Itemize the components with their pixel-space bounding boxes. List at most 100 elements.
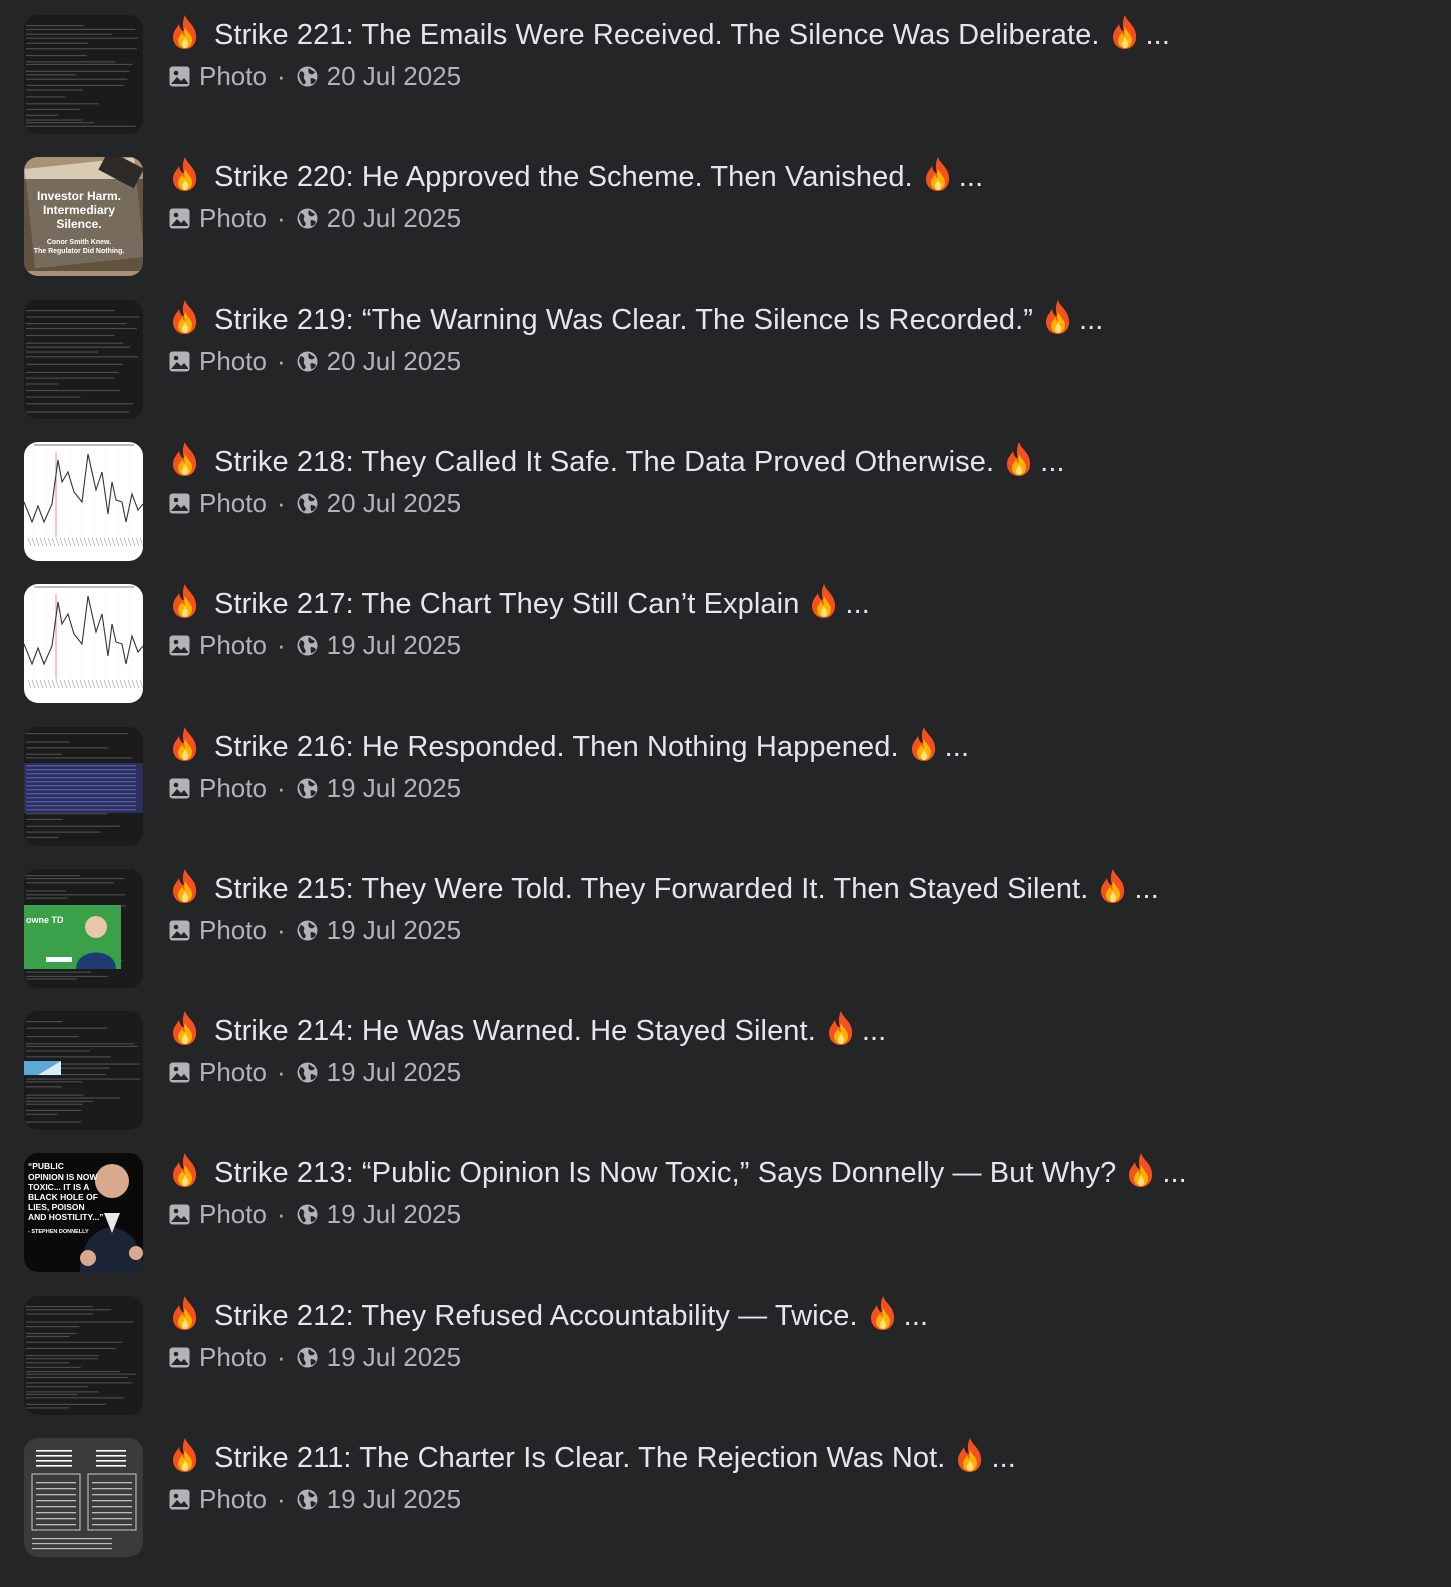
post-title-text: Strike 211: The Charter Is Clear. The Re…: [214, 1442, 946, 1474]
fire-icon: [168, 155, 202, 193]
post-date[interactable]: 19 Jul 2025: [327, 1342, 461, 1372]
fire-icon: [168, 1151, 202, 1189]
post-thumbnail[interactable]: [24, 1438, 143, 1557]
post-row[interactable]: Strike 212: They Refused Accountability …: [0, 1282, 1451, 1415]
fire-icon: [907, 725, 941, 763]
post-title[interactable]: Strike 215: They Were Told. They Forward…: [168, 867, 1159, 909]
thumbnail-text: The Regulator Did Nothing.: [34, 248, 125, 255]
post-thumbnail[interactable]: [24, 441, 143, 561]
post-thumbnail[interactable]: [24, 15, 143, 134]
post-meta: Photo · 19 Jul 2025: [168, 771, 461, 805]
thumbnail-text: AND HOSTILITY...”: [28, 1212, 104, 1222]
post-date[interactable]: 20 Jul 2025: [327, 203, 461, 233]
post-title[interactable]: Strike 216: He Responded. Then Nothing H…: [168, 725, 969, 767]
post-title-text: Strike 217: The Chart They Still Can’t E…: [214, 588, 800, 621]
post-row[interactable]: “PUBLIC OPINION IS NOW TOXIC... IT IS A BLA…: [0, 1139, 1451, 1273]
title-ellipsis: ...: [1040, 445, 1065, 478]
fire-icon: [168, 298, 202, 336]
post-date[interactable]: 19 Jul 2025: [327, 773, 461, 803]
post-date[interactable]: 20 Jul 2025: [327, 346, 461, 376]
post-date[interactable]: 19 Jul 2025: [327, 1199, 461, 1229]
title-ellipsis: ...: [1078, 303, 1104, 336]
post-row[interactable]: Investor Harm. Intermediary Silence. Conor …: [0, 143, 1451, 277]
post-meta: Photo · 19 Jul 2025: [168, 628, 461, 662]
post-title[interactable]: Strike 214: He Was Warned. He Stayed Sil…: [168, 1009, 886, 1051]
title-ellipsis: ...: [903, 1299, 929, 1332]
post-thumbnail[interactable]: Investor Harm. Intermediary Silence. Conor …: [24, 157, 143, 277]
globe-icon: [296, 65, 319, 88]
globe-icon: [296, 634, 319, 657]
fire-icon: [168, 867, 202, 905]
title-ellipsis: ...: [1134, 872, 1159, 905]
separator-dot: ·: [276, 772, 286, 803]
thumbnail-text: OPINION IS NOW: [28, 1172, 98, 1182]
fire-icon: [953, 1436, 987, 1474]
fire-icon: [1041, 298, 1075, 336]
globe-icon: [296, 492, 319, 515]
post-thumbnail[interactable]: [24, 1011, 143, 1131]
post-row[interactable]: owne TD Strike 215: They Were Told. They…: [0, 855, 1451, 988]
post-title[interactable]: Strike 219: “The Warning Was Clear. The …: [168, 298, 1103, 340]
post-title[interactable]: Strike 211: The Charter Is Clear. The Re…: [168, 1436, 1016, 1478]
post-date[interactable]: 19 Jul 2025: [327, 1057, 461, 1087]
title-ellipsis: ...: [944, 730, 970, 763]
post-title[interactable]: Strike 212: They Refused Accountability …: [168, 1294, 928, 1336]
post-row[interactable]: Strike 219: “The Warning Was Clear. The …: [0, 286, 1451, 419]
post-row[interactable]: Strike 216: He Responded. Then Nothing H…: [0, 713, 1451, 846]
photo-icon: [168, 1203, 191, 1226]
post-type: Photo: [199, 487, 267, 518]
post-meta: Photo · 19 Jul 2025: [168, 913, 461, 947]
post-row[interactable]: Strike 221: The Emails Were Received. Th…: [0, 1, 1451, 134]
fire-icon: [824, 1009, 858, 1047]
post-thumbnail[interactable]: [24, 1295, 143, 1415]
post-row[interactable]: Strike 218: They Called It Safe. The Dat…: [0, 428, 1451, 561]
thumbnail-text: TOXIC... IT IS A: [28, 1182, 89, 1192]
post-meta: Photo · 20 Jul 2025: [168, 486, 461, 520]
post-date[interactable]: 20 Jul 2025: [327, 61, 461, 91]
post-title[interactable]: Strike 218: They Called It Safe. The Dat…: [168, 440, 1065, 482]
thumbnail-graphic: “PUBLICOPINION IS NOWTOXIC... IT IS ABLA…: [24, 1153, 143, 1273]
post-title-text: Strike 220: He Approved the Scheme. Then…: [214, 161, 913, 194]
post-title-text: Strike 213: “Public Opinion Is Now Toxic…: [214, 1157, 1117, 1190]
post-type: Photo: [199, 914, 267, 945]
post-title-text: Strike 215: They Were Told. They Forward…: [214, 872, 1089, 905]
post-type: Photo: [199, 630, 267, 661]
post-thumbnail[interactable]: “PUBLIC OPINION IS NOW TOXIC... IT IS A BLA…: [24, 1153, 143, 1273]
post-thumbnail[interactable]: [24, 299, 143, 419]
photo-icon: [168, 1346, 191, 1369]
post-meta: Photo · 20 Jul 2025: [168, 59, 461, 93]
thumbnail-text: - STEPHEN DONNELLY: [28, 1229, 89, 1235]
post-title[interactable]: Strike 217: The Chart They Still Can’t E…: [168, 582, 870, 624]
globe-icon: [296, 1203, 319, 1226]
post-meta: Photo · 19 Jul 2025: [168, 1482, 461, 1516]
post-title-text: Strike 221: The Emails Were Received. Th…: [214, 19, 1100, 51]
post-row[interactable]: Strike 214: He Was Warned. He Stayed Sil…: [0, 997, 1451, 1131]
post-title[interactable]: Strike 220: He Approved the Scheme. Then…: [168, 155, 983, 197]
title-ellipsis: ...: [991, 1442, 1016, 1474]
post-title[interactable]: Strike 213: “Public Opinion Is Now Toxic…: [168, 1151, 1187, 1193]
post-title[interactable]: Strike 221: The Emails Were Received. Th…: [168, 13, 1170, 55]
post-date[interactable]: 19 Jul 2025: [327, 630, 461, 660]
title-ellipsis: ...: [1145, 19, 1170, 51]
post-row[interactable]: Strike 211: The Charter Is Clear. The Re…: [0, 1424, 1451, 1557]
post-type: Photo: [199, 772, 267, 803]
post-thumbnail[interactable]: [24, 584, 143, 704]
thumbnail-text: owne TD: [26, 915, 64, 925]
title-ellipsis: ...: [1162, 1157, 1187, 1190]
globe-icon: [296, 1346, 319, 1369]
thumbnail-text: Conor Smith Knew.: [47, 239, 111, 246]
post-row[interactable]: Strike 217: The Chart They Still Can’t E…: [0, 570, 1451, 704]
post-date[interactable]: 20 Jul 2025: [327, 488, 461, 518]
thumbnail-graphic: [24, 1438, 143, 1557]
post-date[interactable]: 19 Jul 2025: [327, 1484, 461, 1514]
post-thumbnail[interactable]: [24, 726, 143, 846]
post-date[interactable]: 19 Jul 2025: [327, 915, 461, 945]
post-thumbnail[interactable]: owne TD: [24, 868, 143, 988]
thumbnail-graphic: owne TD: [24, 868, 143, 988]
post-type: Photo: [199, 1484, 267, 1514]
photo-icon: [168, 1488, 191, 1511]
photo-icon: [168, 350, 191, 373]
post-title-text: Strike 218: They Called It Safe. The Dat…: [214, 445, 995, 478]
fire-icon: [168, 1436, 202, 1474]
separator-dot: ·: [276, 630, 286, 661]
